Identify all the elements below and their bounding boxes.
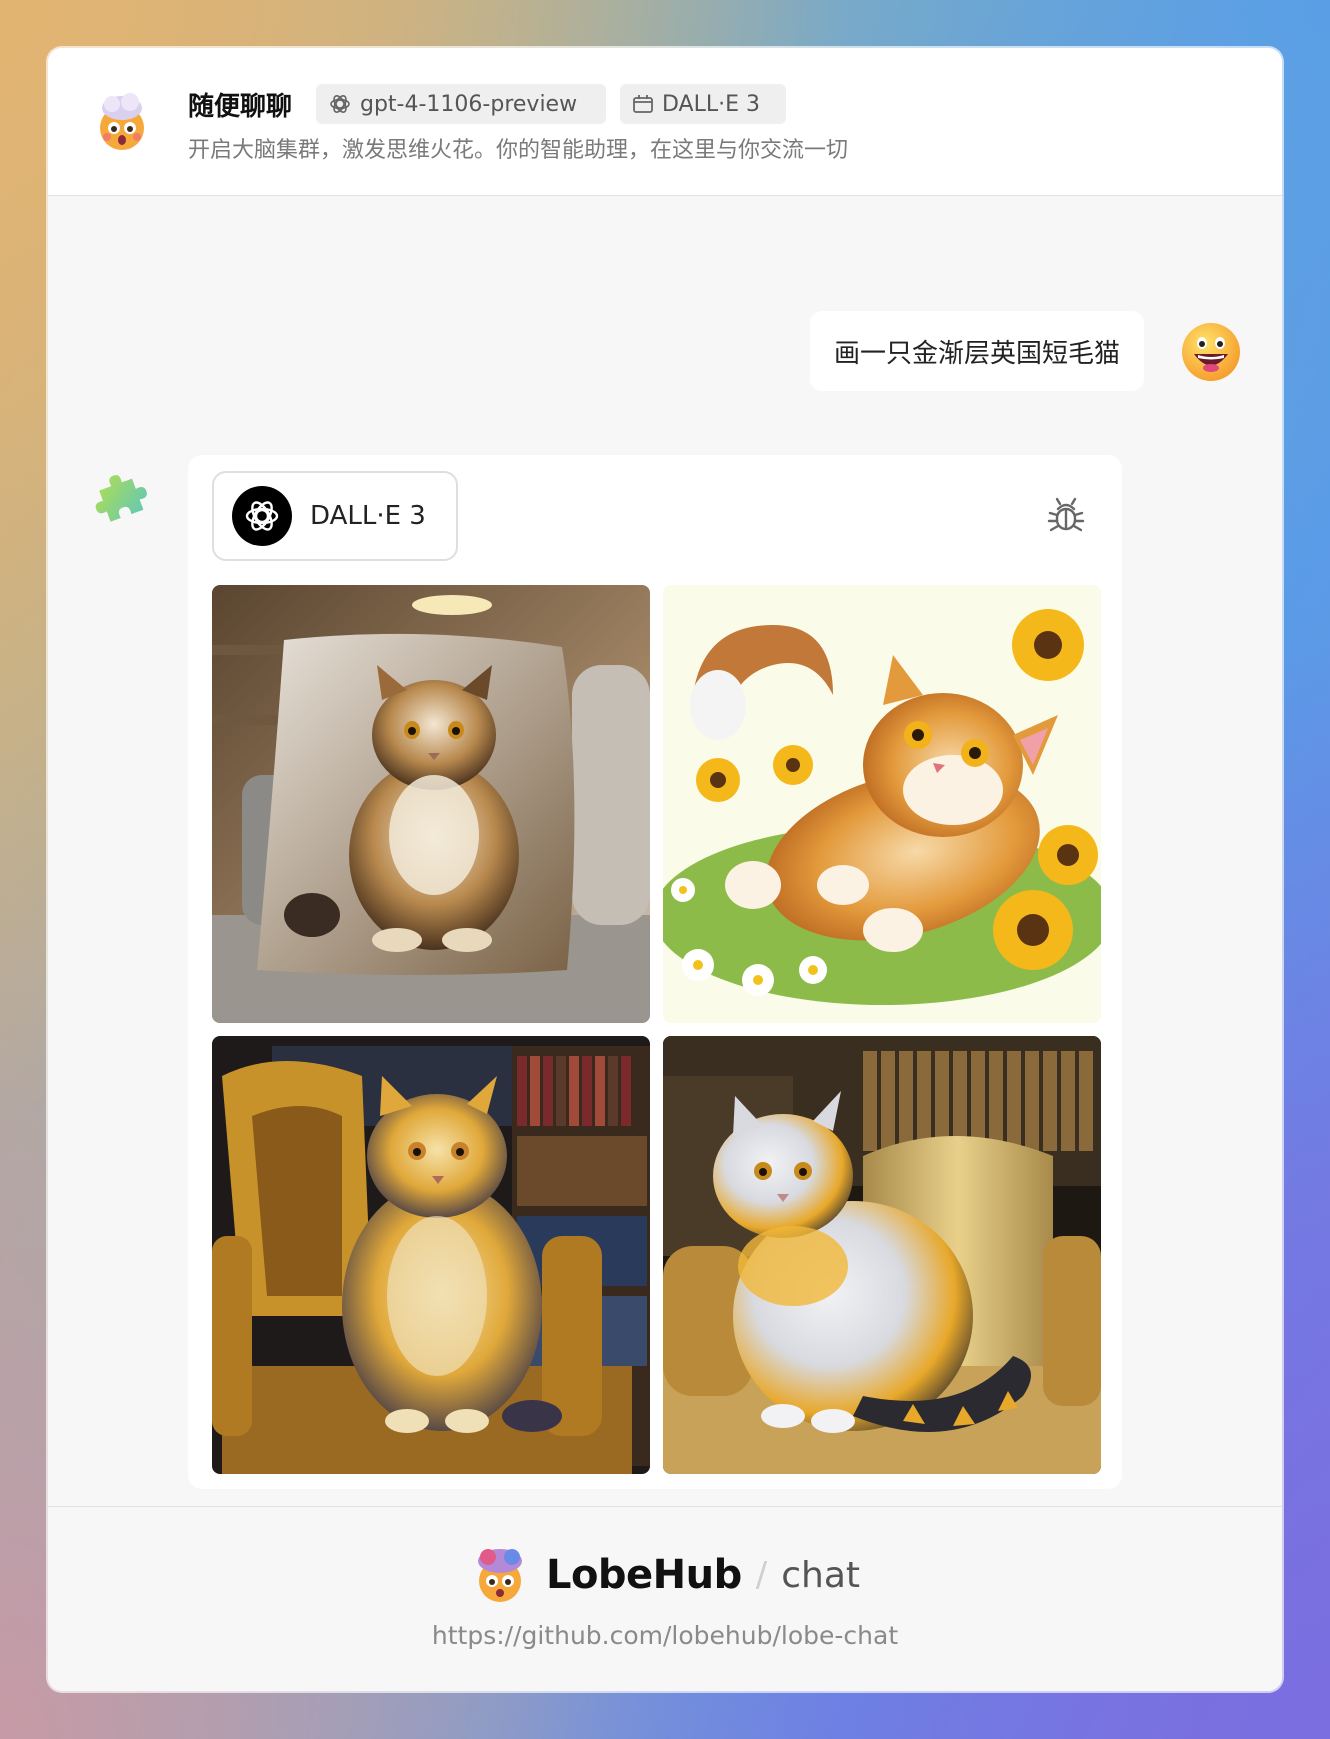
lobehub-logo-icon xyxy=(477,1549,522,1602)
agent-name: 随便聊聊 xyxy=(188,92,293,122)
openai-logo-icon xyxy=(330,95,350,113)
brand-separator: / xyxy=(755,1555,768,1595)
share-footer: LobeHub / chat https://github.com/lobehu… xyxy=(48,1506,1282,1691)
plugin-chip-label: DALL·E 3 xyxy=(310,501,426,531)
generated-image-2[interactable] xyxy=(663,585,1101,1023)
repo-link[interactable]: https://github.com/lobehub/lobe-chat xyxy=(48,1621,1282,1650)
generated-image-grid xyxy=(212,585,1102,1475)
model-tag[interactable]: gpt-4-1106-preview xyxy=(316,84,606,124)
cat-on-pillow-image xyxy=(212,585,650,1023)
agent-description: 开启大脑集群，激发思维火花。你的智能助理，在这里与你交流一切 xyxy=(188,138,849,163)
exploding-head-emoji-icon xyxy=(100,93,144,150)
user-message-text: 画一只金渐层英国短毛猫 xyxy=(833,338,1120,369)
model-tag-label: gpt-4-1106-preview xyxy=(360,91,578,117)
assistant-message: DALL·E 3 xyxy=(188,455,1122,1489)
share-card: 随便聊聊 gpt-4-1106-preview DALL·E 3 开启大脑集群，… xyxy=(48,48,1282,1691)
openai-logo-icon xyxy=(232,486,292,546)
plugin-icon xyxy=(633,95,653,113)
plugin-tag[interactable]: DALL·E 3 xyxy=(620,84,786,124)
plugin-chip[interactable]: DALL·E 3 xyxy=(212,471,458,561)
plugin-tag-label: DALL·E 3 xyxy=(662,91,761,117)
generated-image-4[interactable] xyxy=(663,1036,1101,1474)
cat-on-armchair-library-image xyxy=(663,1036,1101,1474)
grinning-face-emoji-icon xyxy=(1182,323,1240,381)
chat-area: 画一只金渐层英国短毛猫 DALL·E 3 xyxy=(48,197,1282,1555)
cat-in-flowers-image xyxy=(663,585,1101,1023)
generated-image-1[interactable] xyxy=(212,585,650,1023)
user-message-bubble: 画一只金渐层英国短毛猫 xyxy=(809,311,1144,391)
bug-icon[interactable] xyxy=(1044,493,1088,537)
brand: LobeHub / chat xyxy=(48,1545,1282,1605)
generated-image-3[interactable] xyxy=(212,1036,650,1474)
puzzle-piece-icon xyxy=(95,475,147,522)
brand-name: LobeHub xyxy=(545,1552,742,1598)
cat-on-chair-library-image xyxy=(212,1036,650,1474)
brand-subtitle: chat xyxy=(781,1554,861,1596)
chat-header: 随便聊聊 gpt-4-1106-preview DALL·E 3 开启大脑集群，… xyxy=(48,48,1282,196)
